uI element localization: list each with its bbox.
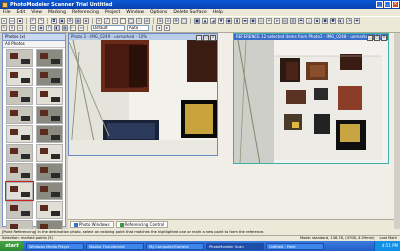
taskbar-item[interactable]: PhotoModeler Scan [206, 242, 264, 250]
lock-icon[interactable]: ⊓ [46, 25, 52, 31]
magnifier-icon[interactable]: ⌕ [17, 25, 23, 31]
mode-select[interactable]: Default [91, 25, 125, 31]
tab-referencing-control[interactable]: Referencing Control [115, 221, 169, 228]
menu-file[interactable]: File [0, 10, 14, 15]
menu-bar: File Edit View Marking Referencing Proje… [0, 9, 400, 16]
photo-thumbnail[interactable] [6, 201, 33, 219]
photos-filter-select[interactable]: All Photos [3, 41, 65, 48]
photo-thumbnail[interactable] [5, 181, 34, 201]
secondary-toolbar: ↖ ✕ ⌕ ≡ ◉ ⊓ ◧ ▩ ⊢ ∞ Default Auto ◂ ▸ [0, 24, 400, 33]
start-button[interactable]: start [0, 241, 24, 251]
close-icon[interactable]: × [392, 1, 399, 8]
photo-thumbnail[interactable] [36, 144, 63, 162]
mark-icon[interactable]: ✕ [9, 25, 15, 31]
photo-thumbnail[interactable] [6, 106, 33, 124]
photo-thumbnail[interactable] [36, 163, 63, 181]
photo-thumbnail[interactable] [36, 68, 63, 86]
menu-help[interactable]: Help [210, 10, 226, 15]
photo-thumbnail[interactable] [36, 182, 63, 200]
photos-panel: Photos (x) All Photos [2, 33, 66, 238]
layers-icon[interactable]: ≡ [30, 25, 36, 31]
photo-window-right-caption: REFERENCE 12 selected items from Photo1 … [234, 34, 388, 40]
window-close-icon[interactable]: × [381, 35, 387, 41]
photo-thumbnail[interactable] [6, 125, 33, 143]
tab-referencing-control-label: Referencing Control [124, 222, 165, 227]
photo-window-left-controls: _ □ × [196, 35, 216, 41]
menu-marking[interactable]: Marking [45, 10, 69, 15]
menu-edit[interactable]: Edit [14, 10, 29, 15]
select-arrow-icon[interactable]: ↖ [1, 25, 7, 31]
visibility-icon[interactable]: ◉ [38, 25, 44, 31]
photo-thumbnail[interactable] [36, 201, 63, 219]
taskbar-item[interactable]: Windows Media Player [26, 242, 84, 250]
window-controls: _ □ × [376, 1, 399, 8]
measure-icon[interactable]: ⊢ [70, 25, 76, 31]
photo-windows-icon [74, 222, 78, 227]
window-maximize-icon[interactable]: □ [374, 35, 380, 41]
photo-window-right-controls: _ □ × [367, 35, 387, 41]
thumbnail-grid [5, 49, 64, 238]
taskbar-item[interactable]: Untitled - Paint [266, 242, 324, 250]
tab-photo-windows-label: Photo Windows [79, 222, 110, 227]
next-photo-icon[interactable]: ▸ [164, 25, 170, 31]
photo-thumbnail[interactable] [6, 144, 33, 162]
window-maximize-icon[interactable]: □ [203, 35, 209, 41]
window-title: PhotoModeler Scanner Trial Untitled [10, 1, 113, 8]
tab-photo-windows[interactable]: Photo Windows [70, 221, 114, 228]
photos-panel-title: Photos (x) [3, 34, 65, 41]
zoom-select[interactable]: Auto [127, 25, 149, 31]
minimize-icon[interactable]: _ [376, 1, 383, 8]
window-tabs-bar: Photo Windows Referencing Control [68, 219, 394, 229]
system-tray-clock: 4:51 PM [374, 241, 400, 251]
link-icon[interactable]: ∞ [78, 25, 84, 31]
maximize-icon[interactable]: □ [384, 1, 391, 8]
referencing-control-icon [119, 222, 124, 227]
app-logo-icon [2, 1, 8, 8]
prev-photo-icon[interactable]: ◂ [156, 25, 162, 31]
taskbar: start Windows Media Player Mozilla Thund… [0, 241, 400, 251]
photo-thumbnail[interactable] [6, 49, 33, 67]
menu-options[interactable]: Options [147, 10, 170, 15]
photo-thumbnail[interactable] [36, 106, 63, 124]
menu-delete-surface[interactable]: Delete Surface [170, 10, 209, 15]
toolbar-separator [87, 25, 88, 31]
menu-referencing[interactable]: Referencing [69, 10, 102, 15]
photo-thumbnail[interactable] [6, 68, 33, 86]
photo-thumbnail[interactable] [36, 125, 63, 143]
window-close-icon[interactable]: × [210, 35, 216, 41]
title-bar: PhotoModeler Scanner Trial Untitled _ □ … [0, 0, 400, 9]
taskbar-item[interactable]: Mozilla Thunderbird [86, 242, 144, 250]
menu-window[interactable]: Window [123, 10, 147, 15]
building-photo-right[interactable] [234, 40, 388, 164]
photo-workspace: Photo 2 - IMG_0249 - unmarked - 10% _ □ … [68, 33, 394, 219]
texture-icon[interactable]: ▩ [62, 25, 68, 31]
taskbar-item[interactable]: My Computer/Camera [146, 242, 204, 250]
menu-view[interactable]: View [28, 10, 45, 15]
photo-thumbnail[interactable] [36, 87, 63, 105]
toolbar-separator [152, 25, 153, 31]
photo-thumbnail[interactable] [6, 163, 33, 181]
window-minimize-icon[interactable]: _ [196, 35, 202, 41]
toolbar-separator [26, 25, 27, 31]
photo-thumbnail[interactable] [36, 49, 63, 67]
photo-thumbnail[interactable] [6, 87, 33, 105]
photo-window-left[interactable]: Photo 2 - IMG_0249 - unmarked - 10% _ □ … [68, 33, 218, 156]
color-icon[interactable]: ◧ [54, 25, 60, 31]
building-photo-left[interactable] [69, 40, 217, 156]
photo-window-right[interactable]: REFERENCE 12 selected items from Photo1 … [233, 33, 389, 164]
window-minimize-icon[interactable]: _ [367, 35, 373, 41]
menu-project[interactable]: Project [102, 10, 123, 15]
